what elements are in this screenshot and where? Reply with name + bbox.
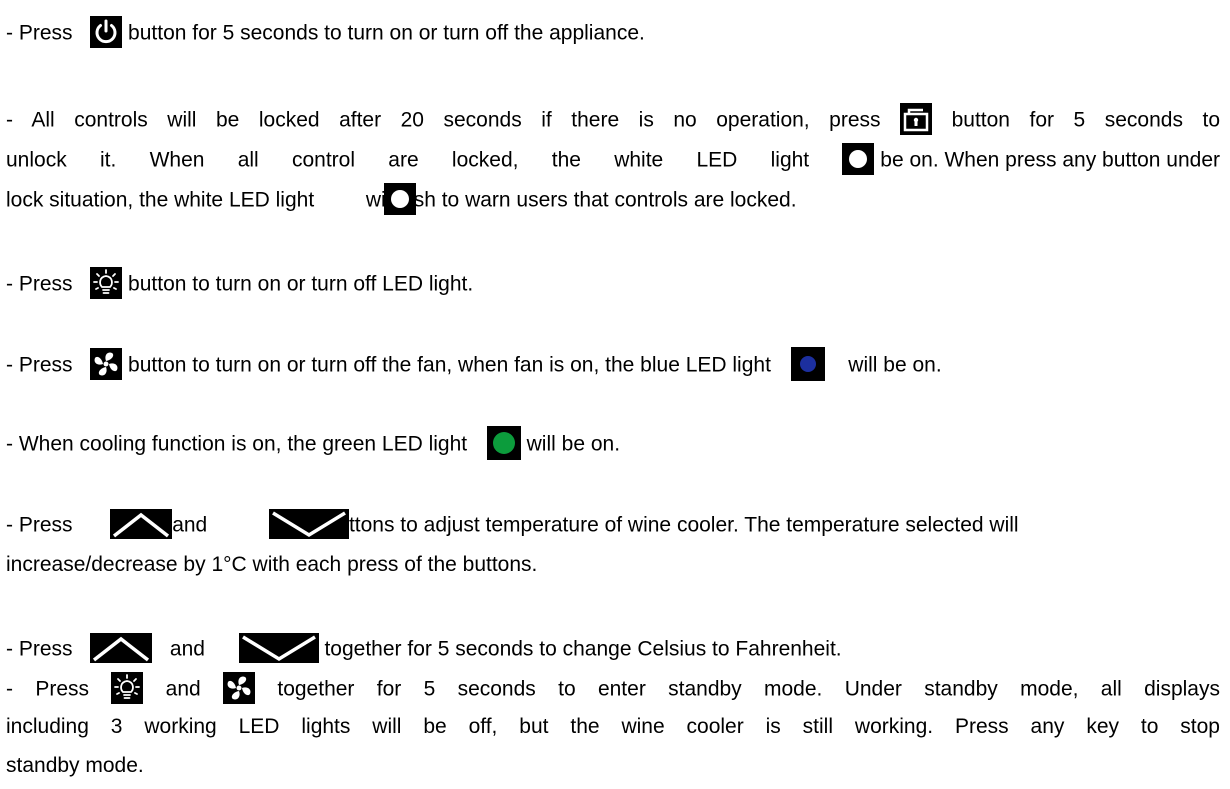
text: including 3 working LED lights will be o… [6,715,1220,738]
text: - Press [6,353,73,377]
text: and [169,637,205,661]
temp-instruction-line-2: increase/decrease by 1°C with each press… [6,551,537,579]
unit-instruction-line: - Press and together for 5 seconds to ch… [6,633,842,663]
text: - Press [6,513,73,537]
text: sh to warn users that controls are locke… [413,188,797,212]
standby-instruction-line-3: standby mode. [6,752,144,780]
text: together for 5 seconds to enter standby … [277,677,1220,701]
white-led-icon [842,143,875,175]
text: lock situation, the white LED light [6,188,315,212]
light-instruction-line: - Press button to turn on or turn off LE… [6,267,474,299]
text: button for 5 seconds to turn on or turn … [128,21,645,45]
text: will be on. [526,432,621,456]
text: button for 5 seconds to [951,108,1220,132]
text: - Press [6,677,89,701]
light-bulb-icon [90,267,123,299]
text: button to turn on or turn off LED light. [128,272,474,296]
fan-icon [223,672,256,704]
text: increase/decrease by 1°C with each press… [6,553,538,576]
standby-instruction-line-2: including 3 working LED lights will be o… [6,713,1220,741]
text: standby mode. [6,754,144,777]
power-instruction-line: - Press button for 5 seconds to turn on … [6,16,645,48]
fan-icon [90,348,123,380]
blue-led-icon [790,347,825,381]
white-led-icon [383,183,416,215]
blue-led-dot [799,356,816,372]
cooling-instruction-line: - When cooling function is on, the green… [6,426,621,460]
text: will be on. [848,353,942,377]
lock-instruction-line-2: unlock it. When all control are locked, … [6,143,1220,175]
lock-instruction-line-1: - All controls will be locked after 20 s… [6,103,1220,135]
text: - Press [6,272,73,296]
green-led-icon [486,426,521,460]
down-arrow-icon [268,509,349,539]
text: - Press [6,21,73,45]
light-bulb-icon [111,672,144,704]
text: and [172,513,208,537]
text: and [165,677,201,701]
text: button to turn on or turn off the fan, w… [128,353,771,377]
text: - When cooling function is on, the green… [6,432,468,456]
text: be on. When press any button under [880,148,1220,172]
up-arrow-icon [90,633,153,663]
temp-instruction-line-1: - Press and ttons to adjust temperature … [6,509,1019,539]
fan-instruction-line: - Press button to turn on or turn off th… [6,347,942,381]
green-led-dot [492,432,515,454]
text: unlock it. When all control are locked, … [6,148,810,172]
text: ttons to adjust temperature of wine cool… [348,513,1019,537]
down-arrow-icon [238,633,319,663]
text: together for 5 seconds to change Celsius… [324,637,842,661]
power-icon [90,16,123,48]
lock-instruction-line-3: lock situation, the white LED light wi s… [6,183,797,215]
standby-instruction-line-1: - Press and together for 5 seconds to en… [6,672,1220,704]
up-arrow-icon [110,509,173,539]
text: - Press [6,637,73,661]
text: - All controls will be locked after 20 s… [6,108,881,132]
lock-icon [900,103,933,135]
